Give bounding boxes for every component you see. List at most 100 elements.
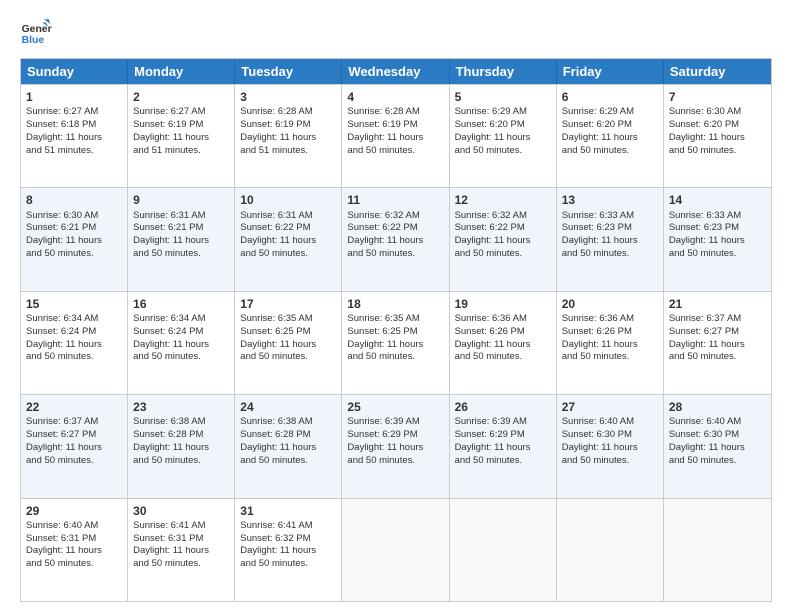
day-info: Sunrise: 6:31 AM Sunset: 6:21 PM Dayligh…: [133, 210, 229, 261]
day-cell-20: 20Sunrise: 6:36 AM Sunset: 6:26 PM Dayli…: [557, 292, 664, 394]
day-cell-29: 29Sunrise: 6:40 AM Sunset: 6:31 PM Dayli…: [21, 499, 128, 601]
day-cell-8: 8 Sunrise: 6:30 AM Sunset: 6:21 PM Daylig…: [21, 188, 128, 290]
day-info: Sunrise: 6:33 AM Sunset: 6:23 PM Dayligh…: [669, 210, 766, 261]
day-cell-18: 18Sunrise: 6:35 AM Sunset: 6:25 PM Dayli…: [342, 292, 449, 394]
day-number: 29: [26, 503, 122, 519]
day-info: Sunrise: 6:38 AM Sunset: 6:28 PM Dayligh…: [133, 416, 229, 467]
day-number: 9: [133, 192, 229, 208]
page: General Blue SundayMondayTuesdayWednesda…: [0, 0, 792, 612]
header-day-friday: Friday: [557, 59, 664, 84]
day-info: Sunrise: 6:36 AM Sunset: 6:26 PM Dayligh…: [455, 313, 551, 364]
svg-text:Blue: Blue: [22, 35, 45, 46]
day-info: Sunrise: 6:36 AM Sunset: 6:26 PM Dayligh…: [562, 313, 658, 364]
day-number: 1: [26, 89, 122, 105]
day-cell-17: 17Sunrise: 6:35 AM Sunset: 6:25 PM Dayli…: [235, 292, 342, 394]
day-cell-30: 30Sunrise: 6:41 AM Sunset: 6:31 PM Dayli…: [128, 499, 235, 601]
day-info: Sunrise: 6:28 AM Sunset: 6:19 PM Dayligh…: [240, 106, 336, 157]
day-number: 16: [133, 296, 229, 312]
calendar-header: SundayMondayTuesdayWednesdayThursdayFrid…: [21, 59, 771, 84]
week-row-5: 29Sunrise: 6:40 AM Sunset: 6:31 PM Dayli…: [21, 498, 771, 601]
logo: General Blue: [20, 16, 52, 48]
day-cell-31: 31Sunrise: 6:41 AM Sunset: 6:32 PM Dayli…: [235, 499, 342, 601]
calendar: SundayMondayTuesdayWednesdayThursdayFrid…: [20, 58, 772, 602]
day-number: 31: [240, 503, 336, 519]
day-info: Sunrise: 6:33 AM Sunset: 6:23 PM Dayligh…: [562, 210, 658, 261]
day-cell-19: 19Sunrise: 6:36 AM Sunset: 6:26 PM Dayli…: [450, 292, 557, 394]
day-cell-23: 23Sunrise: 6:38 AM Sunset: 6:28 PM Dayli…: [128, 395, 235, 497]
week-row-3: 15Sunrise: 6:34 AM Sunset: 6:24 PM Dayli…: [21, 291, 771, 394]
day-number: 19: [455, 296, 551, 312]
day-number: 22: [26, 399, 122, 415]
day-number: 25: [347, 399, 443, 415]
header-day-wednesday: Wednesday: [342, 59, 449, 84]
day-number: 14: [669, 192, 766, 208]
day-cell-26: 26Sunrise: 6:39 AM Sunset: 6:29 PM Dayli…: [450, 395, 557, 497]
day-cell-2: 2Sunrise: 6:27 AM Sunset: 6:19 PM Daylig…: [128, 85, 235, 187]
day-cell-13: 13 Sunrise: 6:33 AM Sunset: 6:23 PM Dayli…: [557, 188, 664, 290]
day-number: 30: [133, 503, 229, 519]
calendar-body: 1Sunrise: 6:27 AM Sunset: 6:18 PM Daylig…: [21, 84, 771, 601]
header-day-sunday: Sunday: [21, 59, 128, 84]
day-number: 5: [455, 89, 551, 105]
day-info: Sunrise: 6:38 AM Sunset: 6:28 PM Dayligh…: [240, 416, 336, 467]
day-cell-14: 14 Sunrise: 6:33 AM Sunset: 6:23 PM Dayli…: [664, 188, 771, 290]
day-cell-15: 15Sunrise: 6:34 AM Sunset: 6:24 PM Dayli…: [21, 292, 128, 394]
day-info: Sunrise: 6:41 AM Sunset: 6:32 PM Dayligh…: [240, 520, 336, 571]
week-row-2: 8 Sunrise: 6:30 AM Sunset: 6:21 PM Daylig…: [21, 187, 771, 290]
day-cell-27: 27Sunrise: 6:40 AM Sunset: 6:30 PM Dayli…: [557, 395, 664, 497]
day-info: Sunrise: 6:27 AM Sunset: 6:19 PM Dayligh…: [133, 106, 229, 157]
header-day-thursday: Thursday: [450, 59, 557, 84]
day-number: 21: [669, 296, 766, 312]
day-info: Sunrise: 6:30 AM Sunset: 6:20 PM Dayligh…: [669, 106, 766, 157]
day-info: Sunrise: 6:34 AM Sunset: 6:24 PM Dayligh…: [26, 313, 122, 364]
day-cell-21: 21Sunrise: 6:37 AM Sunset: 6:27 PM Dayli…: [664, 292, 771, 394]
empty-cell: [450, 499, 557, 601]
day-info: Sunrise: 6:40 AM Sunset: 6:30 PM Dayligh…: [669, 416, 766, 467]
day-info: Sunrise: 6:37 AM Sunset: 6:27 PM Dayligh…: [26, 416, 122, 467]
day-cell-22: 22Sunrise: 6:37 AM Sunset: 6:27 PM Dayli…: [21, 395, 128, 497]
header-day-tuesday: Tuesday: [235, 59, 342, 84]
day-number: 2: [133, 89, 229, 105]
day-info: Sunrise: 6:35 AM Sunset: 6:25 PM Dayligh…: [347, 313, 443, 364]
day-info: Sunrise: 6:40 AM Sunset: 6:30 PM Dayligh…: [562, 416, 658, 467]
day-number: 8: [26, 192, 122, 208]
day-info: Sunrise: 6:37 AM Sunset: 6:27 PM Dayligh…: [669, 313, 766, 364]
day-cell-12: 12Sunrise: 6:32 AM Sunset: 6:22 PM Dayli…: [450, 188, 557, 290]
day-number: 15: [26, 296, 122, 312]
logo-icon: General Blue: [20, 16, 52, 48]
empty-cell: [557, 499, 664, 601]
day-number: 24: [240, 399, 336, 415]
day-info: Sunrise: 6:40 AM Sunset: 6:31 PM Dayligh…: [26, 520, 122, 571]
day-info: Sunrise: 6:39 AM Sunset: 6:29 PM Dayligh…: [455, 416, 551, 467]
day-info: Sunrise: 6:41 AM Sunset: 6:31 PM Dayligh…: [133, 520, 229, 571]
day-cell-6: 6Sunrise: 6:29 AM Sunset: 6:20 PM Daylig…: [557, 85, 664, 187]
day-number: 7: [669, 89, 766, 105]
day-info: Sunrise: 6:30 AM Sunset: 6:21 PM Dayligh…: [26, 210, 122, 261]
day-number: 26: [455, 399, 551, 415]
day-info: Sunrise: 6:29 AM Sunset: 6:20 PM Dayligh…: [562, 106, 658, 157]
empty-cell: [342, 499, 449, 601]
day-number: 13: [562, 192, 658, 208]
day-info: Sunrise: 6:29 AM Sunset: 6:20 PM Dayligh…: [455, 106, 551, 157]
day-cell-1: 1Sunrise: 6:27 AM Sunset: 6:18 PM Daylig…: [21, 85, 128, 187]
day-info: Sunrise: 6:32 AM Sunset: 6:22 PM Dayligh…: [347, 210, 443, 261]
day-number: 12: [455, 192, 551, 208]
day-number: 23: [133, 399, 229, 415]
day-cell-3: 3Sunrise: 6:28 AM Sunset: 6:19 PM Daylig…: [235, 85, 342, 187]
day-info: Sunrise: 6:31 AM Sunset: 6:22 PM Dayligh…: [240, 210, 336, 261]
day-info: Sunrise: 6:39 AM Sunset: 6:29 PM Dayligh…: [347, 416, 443, 467]
day-number: 6: [562, 89, 658, 105]
day-number: 17: [240, 296, 336, 312]
day-cell-7: 7Sunrise: 6:30 AM Sunset: 6:20 PM Daylig…: [664, 85, 771, 187]
day-info: Sunrise: 6:35 AM Sunset: 6:25 PM Dayligh…: [240, 313, 336, 364]
header-day-monday: Monday: [128, 59, 235, 84]
day-info: Sunrise: 6:34 AM Sunset: 6:24 PM Dayligh…: [133, 313, 229, 364]
day-info: Sunrise: 6:27 AM Sunset: 6:18 PM Dayligh…: [26, 106, 122, 157]
day-cell-9: 9 Sunrise: 6:31 AM Sunset: 6:21 PM Daylig…: [128, 188, 235, 290]
day-number: 20: [562, 296, 658, 312]
day-number: 27: [562, 399, 658, 415]
day-number: 10: [240, 192, 336, 208]
day-cell-10: 10 Sunrise: 6:31 AM Sunset: 6:22 PM Dayli…: [235, 188, 342, 290]
header: General Blue: [20, 16, 772, 48]
day-cell-16: 16Sunrise: 6:34 AM Sunset: 6:24 PM Dayli…: [128, 292, 235, 394]
